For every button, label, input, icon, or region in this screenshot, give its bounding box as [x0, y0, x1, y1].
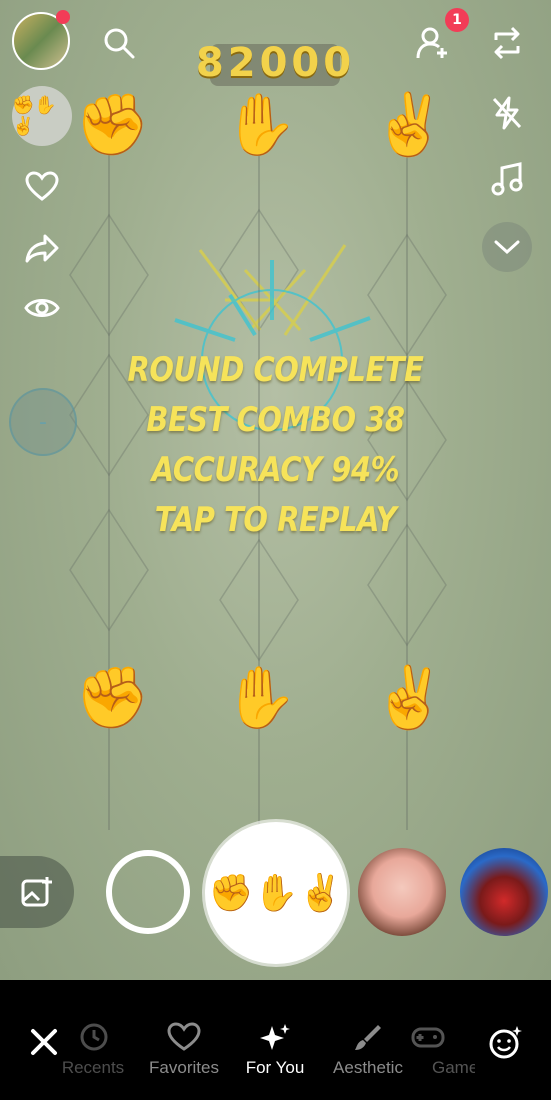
heart-icon[interactable]	[22, 168, 62, 204]
hand-paper-bottom: ✋	[223, 663, 298, 733]
chevron-down-icon[interactable]	[482, 222, 532, 272]
capture-button[interactable]	[106, 850, 190, 934]
message-line: TAP TO REPLAY	[154, 500, 397, 540]
eye-icon[interactable]	[22, 290, 62, 326]
active-lens-button[interactable]: ✊✋✌️	[205, 822, 347, 964]
lens-face-filter[interactable]	[358, 848, 446, 936]
flash-off-icon[interactable]	[488, 94, 526, 132]
camera-view[interactable]: 82000 ✊ ✋ ✌️ ROUND COMPLETE BEST COMBO 3…	[0, 0, 551, 980]
hand-rock-top: ✊	[75, 90, 150, 160]
hand-scissors-top: ✌️	[372, 90, 447, 160]
round-complete-message[interactable]: ROUND COMPLETE BEST COMBO 38 ACCURACY 94…	[41, 345, 509, 545]
tab-label: Recents	[61, 1058, 125, 1077]
tab-games[interactable]: Games	[405, 1022, 475, 1078]
tab-label: Favorites	[149, 1058, 219, 1077]
hand-rock-bottom: ✊	[75, 663, 150, 733]
hand-paper-top: ✋	[223, 90, 298, 160]
message-line: ACCURACY 94%	[151, 450, 400, 490]
lens-rps-icon: ✊✋✌️	[208, 873, 344, 914]
hand-scissors-bottom: ✌️	[372, 663, 447, 733]
message-line: BEST COMBO 38	[146, 400, 405, 440]
lens-explorer-icon[interactable]	[484, 1020, 528, 1064]
share-icon[interactable]	[22, 230, 62, 266]
gamepad-icon	[405, 1022, 475, 1052]
side-circle-button[interactable]: -	[9, 388, 77, 456]
add-friend-icon[interactable]	[414, 24, 452, 62]
music-icon[interactable]	[488, 160, 526, 198]
notification-dot	[56, 10, 70, 24]
search-icon[interactable]	[100, 24, 138, 62]
tab-label: Aesthetic	[333, 1058, 403, 1077]
message-line: ROUND COMPLETE	[127, 350, 424, 390]
memories-button[interactable]	[0, 856, 74, 928]
tab-label: For You	[245, 1058, 305, 1077]
lens-thumbnail[interactable]: ✊✋✌️	[12, 86, 72, 146]
notification-badge: 1	[445, 8, 469, 32]
score: 82000	[195, 40, 356, 86]
lens-race-car[interactable]	[460, 848, 548, 936]
flip-camera-icon[interactable]	[488, 24, 526, 62]
tab-label: Games	[432, 1058, 475, 1077]
